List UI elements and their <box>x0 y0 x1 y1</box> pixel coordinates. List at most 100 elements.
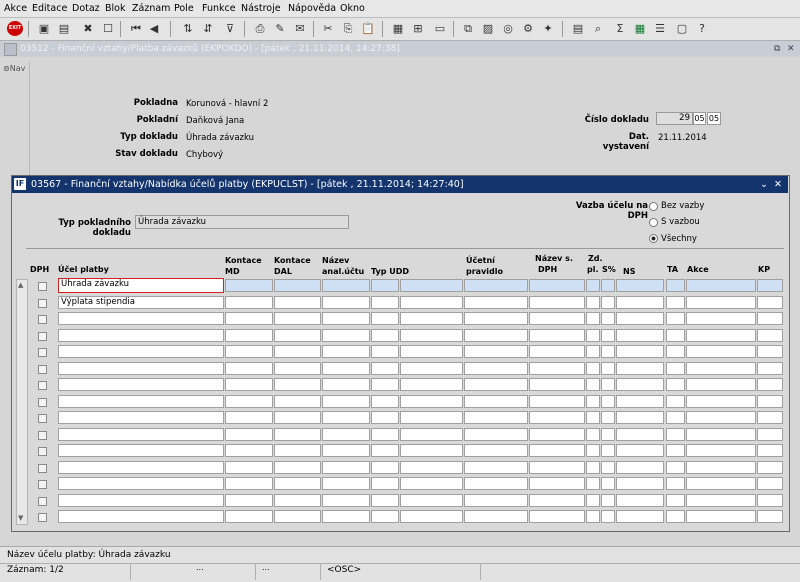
dph-checkbox[interactable] <box>38 480 47 489</box>
save-icon[interactable]: ▣ <box>36 21 52 36</box>
s-pct-cell[interactable] <box>601 345 615 358</box>
kp-cell[interactable] <box>757 428 783 441</box>
ta-cell[interactable] <box>666 362 685 375</box>
nazev-s-dph-cell[interactable] <box>529 395 585 408</box>
typ-pokladniho-dokladu-field[interactable]: Úhrada závazku <box>135 215 349 229</box>
kontace-md-cell[interactable] <box>225 362 273 375</box>
s-pct-cell[interactable] <box>601 477 615 490</box>
akce-cell[interactable] <box>686 362 756 375</box>
help-icon[interactable]: ? <box>694 21 710 36</box>
akce-cell[interactable] <box>686 329 756 342</box>
ucel-platby-cell[interactable] <box>58 411 224 424</box>
nazev-s-dph-cell[interactable] <box>529 312 585 325</box>
ns-cell[interactable] <box>616 345 664 358</box>
nazev-s-dph-cell[interactable] <box>529 428 585 441</box>
new-record-icon[interactable]: ☐ <box>100 21 116 36</box>
ucel-platby-cell[interactable] <box>58 362 224 375</box>
kp-cell[interactable] <box>757 494 783 507</box>
ucel-platby-cell[interactable] <box>58 477 224 490</box>
akce-cell[interactable] <box>686 378 756 391</box>
nazev-anal-cell[interactable] <box>322 279 370 292</box>
nazev-s-dph-cell[interactable] <box>529 477 585 490</box>
scroll-up-icon[interactable]: ▲ <box>18 281 23 289</box>
cislo-dokladu-field-3[interactable]: 05 <box>707 112 721 125</box>
kontace-dal-cell[interactable] <box>274 395 321 408</box>
akce-cell[interactable] <box>686 444 756 457</box>
ucetni-pravidlo-cell[interactable] <box>464 411 528 424</box>
kontace-dal-cell[interactable] <box>274 411 321 424</box>
nazev-anal-cell[interactable] <box>322 329 370 342</box>
restore-icon[interactable]: ⧉ <box>774 41 780 57</box>
zd-pl-cell[interactable] <box>586 279 600 292</box>
kontace-md-cell[interactable] <box>225 444 273 457</box>
prev-record-icon[interactable]: ◀ <box>146 21 162 36</box>
kontace-md-cell[interactable] <box>225 494 273 507</box>
ucetni-pravidlo-cell[interactable] <box>464 395 528 408</box>
kp-cell[interactable] <box>757 411 783 424</box>
ta-cell[interactable] <box>666 329 685 342</box>
zd-pl-cell[interactable] <box>586 378 600 391</box>
form-icon[interactable]: ▭ <box>432 21 448 36</box>
s-pct-cell[interactable] <box>601 362 615 375</box>
ucetni-pravidlo-cell[interactable] <box>464 428 528 441</box>
ta-cell[interactable] <box>666 477 685 490</box>
kp-cell[interactable] <box>757 477 783 490</box>
akce-cell[interactable] <box>686 428 756 441</box>
dph-checkbox[interactable] <box>38 447 47 456</box>
nav-button[interactable]: ⊚Nav <box>3 64 27 76</box>
sort-icon[interactable]: ⇅ <box>180 21 196 36</box>
globe-icon[interactable]: ◎ <box>500 21 516 36</box>
tools-icon[interactable]: ✦ <box>540 21 556 36</box>
ta-cell[interactable] <box>666 461 685 474</box>
typ-udd-cell[interactable] <box>371 444 399 457</box>
s-pct-cell[interactable] <box>601 395 615 408</box>
exit-icon[interactable]: EXIT <box>7 21 23 36</box>
cislo-dokladu-field-1[interactable]: 29 <box>656 112 693 125</box>
ns-cell[interactable] <box>616 494 664 507</box>
kontace-md-cell[interactable] <box>225 395 273 408</box>
ta-cell[interactable] <box>666 411 685 424</box>
typ-udd-cell[interactable] <box>371 428 399 441</box>
edit-icon[interactable]: ✎ <box>272 21 288 36</box>
ns-cell[interactable] <box>616 461 664 474</box>
dph-checkbox[interactable] <box>38 315 47 324</box>
typ-udd-extra-cell[interactable] <box>400 510 463 523</box>
typ-udd-cell[interactable] <box>371 510 399 523</box>
kontace-md-cell[interactable] <box>225 378 273 391</box>
copy-record-icon[interactable]: ⧉ <box>460 21 476 36</box>
nazev-s-dph-cell[interactable] <box>529 378 585 391</box>
typ-udd-extra-cell[interactable] <box>400 329 463 342</box>
kontace-dal-cell[interactable] <box>274 296 321 309</box>
dph-checkbox[interactable] <box>38 497 47 506</box>
kontace-md-cell[interactable] <box>225 477 273 490</box>
kp-cell[interactable] <box>757 329 783 342</box>
dph-checkbox[interactable] <box>38 513 47 522</box>
ns-cell[interactable] <box>616 411 664 424</box>
cislo-dokladu-field-2[interactable]: 05 <box>693 112 706 125</box>
menu-funkce[interactable]: Funkce <box>202 3 236 14</box>
nazev-s-dph-cell[interactable] <box>529 494 585 507</box>
typ-udd-cell[interactable] <box>371 296 399 309</box>
typ-udd-extra-cell[interactable] <box>400 279 463 292</box>
ucel-platby-cell[interactable] <box>58 395 224 408</box>
kp-cell[interactable] <box>757 279 783 292</box>
ta-cell[interactable] <box>666 510 685 523</box>
ucel-platby-cell[interactable] <box>58 494 224 507</box>
ucetni-pravidlo-cell[interactable] <box>464 362 528 375</box>
filter-icon[interactable]: ⊽ <box>222 21 238 36</box>
typ-udd-extra-cell[interactable] <box>400 494 463 507</box>
ucetni-pravidlo-cell[interactable] <box>464 461 528 474</box>
akce-cell[interactable] <box>686 494 756 507</box>
ucel-platby-cell[interactable] <box>58 444 224 457</box>
kontace-dal-cell[interactable] <box>274 345 321 358</box>
ns-cell[interactable] <box>616 510 664 523</box>
kontace-md-cell[interactable] <box>225 296 273 309</box>
typ-udd-extra-cell[interactable] <box>400 362 463 375</box>
lov-icon[interactable]: ▦ <box>390 21 406 36</box>
nazev-anal-cell[interactable] <box>322 296 370 309</box>
nazev-anal-cell[interactable] <box>322 362 370 375</box>
typ-udd-extra-cell[interactable] <box>400 312 463 325</box>
nazev-s-dph-cell[interactable] <box>529 329 585 342</box>
ta-cell[interactable] <box>666 428 685 441</box>
s-pct-cell[interactable] <box>601 411 615 424</box>
